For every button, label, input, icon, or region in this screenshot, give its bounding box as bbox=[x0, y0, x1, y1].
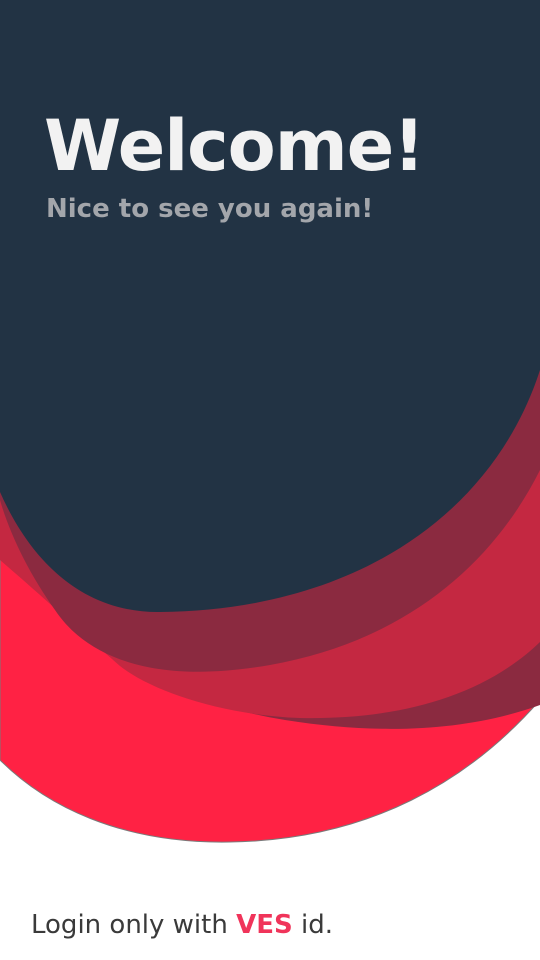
login-note: Login only with VES id. bbox=[31, 906, 333, 944]
welcome-subtitle: Nice to see you again! bbox=[46, 194, 374, 224]
welcome-title: Welcome! bbox=[44, 105, 425, 187]
welcome-screen: Welcome! Nice to see you again! Login on… bbox=[0, 0, 540, 960]
login-note-suffix: id. bbox=[292, 910, 333, 940]
login-note-prefix: Login only with bbox=[31, 910, 237, 940]
brand-name: VES bbox=[236, 910, 293, 940]
